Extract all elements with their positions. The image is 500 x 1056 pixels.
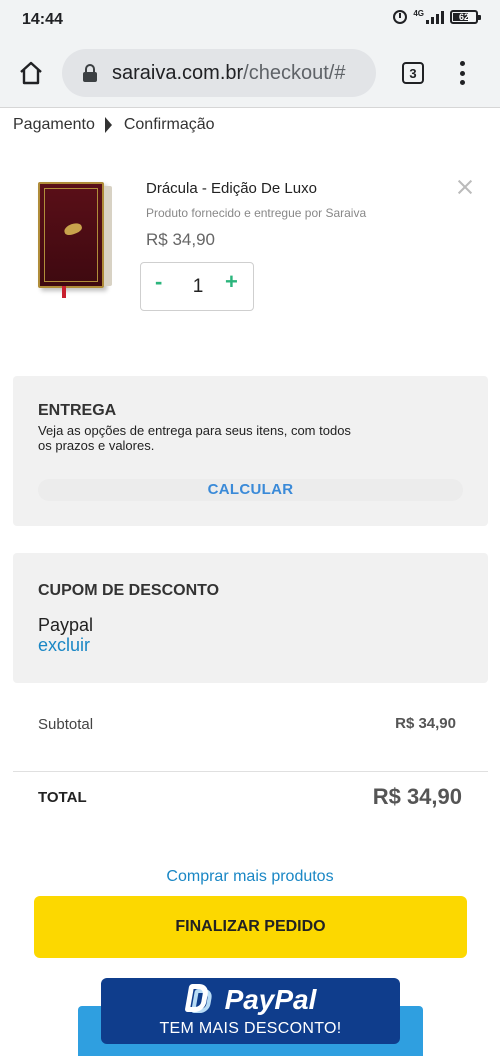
coupon-panel: CUPOM DE DESCONTO Paypal excluir [13, 553, 488, 683]
alarm-icon [393, 10, 408, 24]
subtotal-label: Subtotal [38, 716, 94, 733]
url-path: /checkout/# [243, 61, 346, 84]
url-text: saraiva.com.br/checkout/# [112, 62, 345, 85]
status-icons: 4G 62 [393, 8, 481, 24]
paypal-wordmark: PayPal [224, 984, 317, 1015]
total-value: R$ 34,90 [372, 784, 462, 809]
breadcrumb: Pagamento Confirmação [13, 116, 215, 134]
totals-divider [13, 771, 488, 772]
breadcrumb-item-confirmation[interactable]: Confirmação [124, 116, 215, 134]
coupon-title: CUPOM DE DESCONTO [38, 582, 220, 599]
url-domain: saraiva.com.br [112, 61, 244, 84]
delivery-title: ENTREGA [38, 402, 117, 419]
signal-icon [426, 10, 444, 24]
coupon-code: Paypal [38, 615, 94, 635]
quantity-stepper: - 1 + [140, 262, 254, 311]
network-type-label: 4G [413, 8, 424, 18]
continue-shopping-link[interactable]: Comprar mais produtos [0, 868, 500, 886]
subtotal-value: R$ 34,90 [395, 715, 456, 732]
status-bar: 14:44 4G 62 [0, 0, 500, 40]
remove-item-icon[interactable] [456, 178, 474, 196]
battery-icon: 62 [450, 10, 481, 24]
battery-level: 62 [458, 12, 469, 22]
paypal-badge[interactable]: PayPal TEM MAIS DESCONTO! [101, 978, 400, 1044]
address-bar[interactable]: saraiva.com.br/checkout/# [62, 49, 376, 97]
product-seller: Produto fornecido e entregue por Saraiva [146, 206, 367, 220]
breadcrumb-separator-icon [104, 117, 113, 133]
status-time: 14:44 [22, 11, 63, 28]
paypal-tagline: TEM MAIS DESCONTO! [159, 1020, 342, 1037]
quantity-value[interactable]: 1 [141, 276, 255, 298]
paypal-icon [184, 984, 215, 1016]
paypal-logo: PayPal [101, 984, 400, 1016]
product-image[interactable] [32, 178, 118, 298]
home-icon[interactable] [18, 60, 44, 86]
more-options-icon[interactable] [460, 61, 466, 85]
book-cover [38, 182, 104, 288]
breadcrumb-item-payment[interactable]: Pagamento [13, 116, 95, 134]
delivery-description: Veja as opções de entrega para seus iten… [38, 423, 351, 453]
quantity-increase-button[interactable]: + [225, 271, 238, 293]
total-label: TOTAL [38, 789, 87, 806]
delivery-panel: ENTREGA Veja as opções de entrega para s… [13, 376, 488, 526]
product-name[interactable]: Drácula - Edição De Luxo [146, 180, 317, 197]
calculate-shipping-button[interactable]: CALCULAR [38, 479, 463, 501]
lock-icon [82, 64, 98, 82]
product-price: R$ 34,90 [146, 230, 215, 249]
checkout-button[interactable]: FINALIZAR PEDIDO [34, 896, 467, 958]
tab-switcher-button[interactable]: 3 [402, 62, 424, 84]
remove-coupon-link[interactable]: excluir [38, 635, 90, 656]
browser-toolbar: saraiva.com.br/checkout/# 3 [0, 40, 500, 108]
